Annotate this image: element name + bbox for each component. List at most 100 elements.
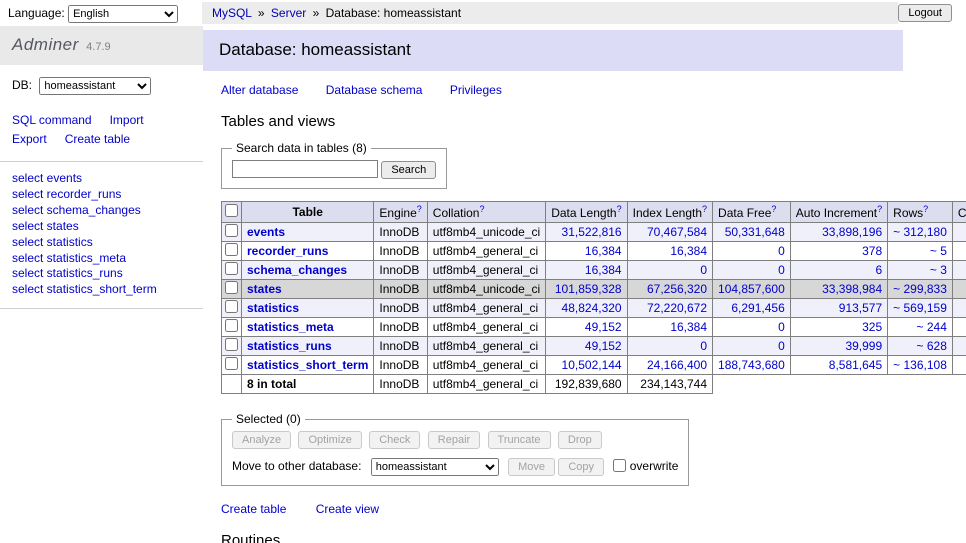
auto-increment-link[interactable]: 33,398,984: [822, 282, 882, 296]
rows-link[interactable]: ~ 628: [917, 339, 947, 353]
overwrite-label[interactable]: overwrite: [613, 459, 678, 473]
search-button[interactable]: Search: [381, 161, 436, 179]
data-length-link[interactable]: 10,502,144: [562, 358, 622, 372]
table-name-link[interactable]: statistics_runs: [247, 339, 332, 353]
sidebar-item-select-states[interactable]: select states: [12, 219, 191, 235]
index-length-link[interactable]: 70,467,584: [647, 225, 707, 239]
check-button[interactable]: Check: [369, 431, 420, 449]
sidebar-item-select-statistics[interactable]: select statistics: [12, 235, 191, 251]
auto-increment-link[interactable]: 325: [862, 320, 882, 334]
breadcrumb-server-link[interactable]: Server: [271, 6, 306, 20]
help-link[interactable]: ?: [771, 204, 776, 214]
rows-link[interactable]: ~ 569,159: [893, 301, 947, 315]
index-length-link[interactable]: 0: [700, 263, 707, 277]
table-name-link[interactable]: statistics: [247, 301, 299, 315]
help-link[interactable]: ?: [702, 204, 707, 214]
collation-cell: utf8mb4_unicode_ci: [427, 280, 545, 299]
row-checkbox[interactable]: [225, 319, 238, 332]
alter-database-link[interactable]: Alter database: [221, 83, 298, 97]
auto-increment-link[interactable]: 378: [862, 244, 882, 258]
auto-increment-link[interactable]: 33,898,196: [822, 225, 882, 239]
sidebar-link-sql-command[interactable]: SQL command: [12, 113, 92, 127]
table-name-link[interactable]: recorder_runs: [247, 244, 328, 258]
table-name-link[interactable]: events: [247, 225, 285, 239]
data-free-link[interactable]: 188,743,680: [718, 358, 785, 372]
row-checkbox[interactable]: [225, 281, 238, 294]
breadcrumb-mysql-link[interactable]: MySQL: [212, 6, 252, 20]
data-free-link[interactable]: 0: [778, 320, 785, 334]
help-link[interactable]: ?: [877, 204, 882, 214]
create-table-link[interactable]: Create table: [221, 502, 286, 516]
move-button[interactable]: Move: [508, 458, 555, 476]
sidebar-item-select-statistics-short-term[interactable]: select statistics_short_term: [12, 282, 191, 298]
index-length-link[interactable]: 16,384: [670, 320, 707, 334]
auto-increment-link[interactable]: 39,999: [845, 339, 882, 353]
sidebar-item-select-schema-changes[interactable]: select schema_changes: [12, 203, 191, 219]
sidebar-link-export[interactable]: Export: [12, 132, 47, 146]
rows-link[interactable]: ~ 299,833: [893, 282, 947, 296]
copy-button[interactable]: Copy: [558, 458, 604, 476]
index-length-link[interactable]: 24,166,400: [647, 358, 707, 372]
sidebar-item-select-statistics-meta[interactable]: select statistics_meta: [12, 251, 191, 267]
help-link[interactable]: ?: [479, 204, 484, 214]
privileges-link[interactable]: Privileges: [450, 83, 502, 97]
sidebar-item-select-recorder-runs[interactable]: select recorder_runs: [12, 187, 191, 203]
auto-increment-link[interactable]: 913,577: [839, 301, 882, 315]
data-free-link[interactable]: 0: [778, 263, 785, 277]
auto-increment-link[interactable]: 6: [875, 263, 882, 277]
optimize-button[interactable]: Optimize: [298, 431, 361, 449]
auto-increment-link[interactable]: 8,581,645: [829, 358, 882, 372]
help-link[interactable]: ?: [417, 204, 422, 214]
rows-link[interactable]: ~ 3: [930, 263, 947, 277]
index-length-link[interactable]: 0: [700, 339, 707, 353]
data-length-link[interactable]: 31,522,816: [562, 225, 622, 239]
data-free-link[interactable]: 50,331,648: [725, 225, 785, 239]
sidebar-item-select-statistics-runs[interactable]: select statistics_runs: [12, 266, 191, 282]
row-checkbox[interactable]: [225, 357, 238, 370]
data-free-link[interactable]: 0: [778, 339, 785, 353]
help-link[interactable]: ?: [923, 204, 928, 214]
help-link[interactable]: ?: [617, 204, 622, 214]
data-free-link[interactable]: 0: [778, 244, 785, 258]
data-length-link[interactable]: 49,152: [585, 320, 622, 334]
row-checkbox[interactable]: [225, 338, 238, 351]
logout-button[interactable]: Logout: [898, 4, 952, 22]
row-checkbox[interactable]: [225, 300, 238, 313]
row-checkbox[interactable]: [225, 224, 238, 237]
sidebar-item-select-events[interactable]: select events: [12, 171, 191, 187]
rows-link[interactable]: ~ 5: [930, 244, 947, 258]
truncate-button[interactable]: Truncate: [488, 431, 551, 449]
data-length-link[interactable]: 48,824,320: [562, 301, 622, 315]
data-length-link[interactable]: 49,152: [585, 339, 622, 353]
index-length-link[interactable]: 16,384: [670, 244, 707, 258]
create-view-link[interactable]: Create view: [316, 502, 379, 516]
repair-button[interactable]: Repair: [428, 431, 480, 449]
rows-link[interactable]: ~ 136,108: [893, 358, 947, 372]
table-name-link[interactable]: states: [247, 282, 282, 296]
move-database-select[interactable]: homeassistant: [371, 458, 499, 476]
row-checkbox[interactable]: [225, 262, 238, 275]
table-name-link[interactable]: statistics_meta: [247, 320, 334, 334]
data-length-link[interactable]: 101,859,328: [555, 282, 622, 296]
table-name-link[interactable]: statistics_short_term: [247, 358, 368, 372]
table-name-link[interactable]: schema_changes: [247, 263, 347, 277]
sidebar-link-create-table[interactable]: Create table: [65, 132, 130, 146]
db-select[interactable]: homeassistant: [39, 77, 151, 95]
rows-link[interactable]: ~ 312,180: [893, 225, 947, 239]
database-schema-link[interactable]: Database schema: [326, 83, 423, 97]
row-checkbox[interactable]: [225, 243, 238, 256]
index-length-link[interactable]: 67,256,320: [647, 282, 707, 296]
select-all-checkbox[interactable]: [225, 204, 238, 217]
search-input[interactable]: [232, 160, 378, 178]
sidebar-link-import[interactable]: Import: [110, 113, 144, 127]
language-select[interactable]: English: [68, 5, 178, 23]
analyze-button[interactable]: Analyze: [232, 431, 291, 449]
data-free-link[interactable]: 104,857,600: [718, 282, 785, 296]
drop-button[interactable]: Drop: [558, 431, 602, 449]
rows-link[interactable]: ~ 244: [917, 320, 947, 334]
index-length-link[interactable]: 72,220,672: [647, 301, 707, 315]
data-free-link[interactable]: 6,291,456: [731, 301, 784, 315]
data-length-link[interactable]: 16,384: [585, 263, 622, 277]
overwrite-checkbox[interactable]: [613, 459, 626, 472]
data-length-link[interactable]: 16,384: [585, 244, 622, 258]
